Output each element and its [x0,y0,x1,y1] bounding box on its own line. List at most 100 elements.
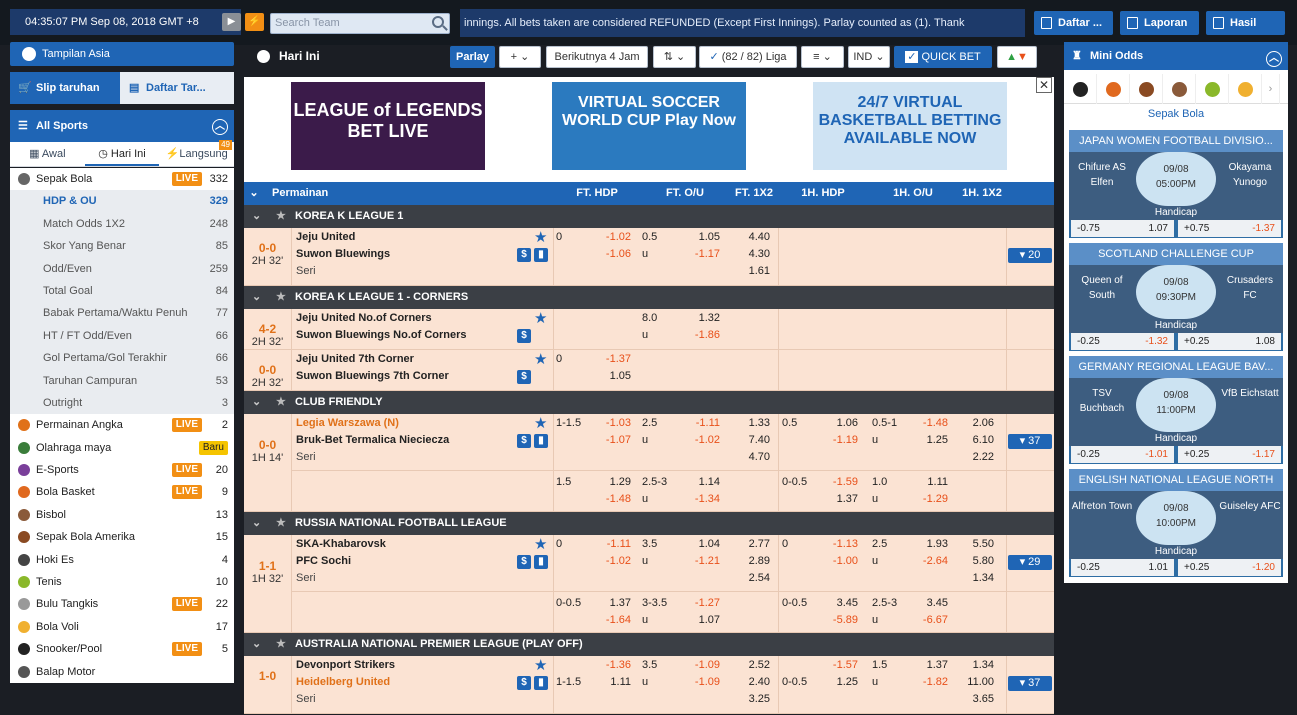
chevron-down-icon[interactable]: ⌄ [252,633,261,656]
odds-cell[interactable]: -2.64 [906,555,948,567]
odds-cell[interactable]: u [872,676,902,688]
odds-cell[interactable]: 1.5 [556,476,586,488]
odds-cell[interactable]: u [642,614,672,626]
daftar-button[interactable]: Daftar ... [1034,11,1113,35]
odds-cell[interactable]: 0 [782,538,812,550]
favorite-star-icon[interactable]: ★ [534,311,549,326]
odds-cell[interactable]: -1.11 [589,538,631,550]
sport-item[interactable]: Bola Basket LIVE 9 [10,481,234,503]
league-header[interactable]: ⌄ ★ KOREA K LEAGUE 1 - CORNERS [244,286,1054,309]
home-odds[interactable]: -0.25 -1.01 [1071,446,1174,463]
sport-item[interactable]: Taruhan Campuran 53 [10,369,234,392]
odds-cell[interactable]: 1.37 [816,493,858,505]
star-icon[interactable]: ★ [276,512,286,535]
favorite-star-icon[interactable]: ★ [534,416,549,431]
odds-cell[interactable]: 0-0.5 [556,597,586,609]
sport-item[interactable]: Bulu Tangkis LIVE 22 [10,593,234,615]
home-team[interactable]: Jeju United No.of Corners [296,312,432,324]
odds-cell[interactable]: 1.37 [906,659,948,671]
away-team[interactable]: Suwon Bluewings 7th Corner [296,370,449,382]
american-football-tab[interactable] [1130,74,1163,104]
odds-cell[interactable]: 1.93 [906,538,948,550]
odds-cell[interactable]: -1.13 [816,538,858,550]
odds-cell[interactable]: 3.5 [642,659,672,671]
stats-icon[interactable]: ▮ [534,676,548,690]
odds-cell[interactable]: 5.50 [956,538,994,550]
odds-cell[interactable]: 4.40 [730,231,770,243]
sport-item[interactable]: HDP & OU 329 [10,190,234,213]
odds-cell[interactable]: 2.40 [730,676,770,688]
sport-item[interactable]: Skor Yang Benar 85 [10,235,234,258]
quick-bet-toggle[interactable]: ✓ QUICK BET [894,46,992,68]
odds-cell[interactable]: 0.5 [782,417,812,429]
odds-cell[interactable]: 1.29 [589,476,631,488]
odds-cell[interactable]: -1.86 [676,329,720,341]
chevron-down-icon[interactable]: ⌄ [252,205,261,228]
away-odds[interactable]: +0.25 1.08 [1178,333,1281,350]
odds-cell[interactable]: 8.0 [642,312,672,324]
favorite-star-icon[interactable]: ★ [534,352,549,367]
all-sports-header[interactable]: ☰ All Sports ︿ [10,110,234,142]
more-markets-button[interactable]: ▾ 29 [1008,555,1052,570]
odds-cell[interactable]: 1.34 [956,659,994,671]
view-mode-button[interactable]: Tampilan Asia [10,42,234,66]
odds-cell[interactable]: 2.5-3 [872,597,902,609]
stats-icon[interactable]: ▮ [534,555,548,569]
sport-item[interactable]: Sepak Bola Amerika 15 [10,526,234,548]
odds-cell[interactable]: u [642,434,672,446]
odds-cell[interactable]: 2.89 [730,555,770,567]
odds-cell[interactable]: 1.25 [816,676,858,688]
odds-cell[interactable]: -1.37 [589,353,631,365]
odds-cell[interactable]: 2.5-3 [642,476,672,488]
chevron-down-icon[interactable]: ⌄ [252,286,261,309]
odds-cell[interactable]: -1.34 [676,493,720,505]
odds-cell[interactable]: -1.57 [816,659,858,671]
odds-cell[interactable]: -1.17 [676,248,720,260]
home-team[interactable]: Jeju United 7th Corner [296,353,414,365]
odds-cell[interactable]: -1.03 [589,417,631,429]
mini-odds-header[interactable]: ♜ Mini Odds ︿ [1064,42,1288,70]
odds-cell[interactable]: -6.67 [906,614,948,626]
tab-awal[interactable]: ▦ Awal [10,142,85,166]
odds-cell[interactable]: 1.0 [872,476,902,488]
odds-cell[interactable]: u [872,434,902,446]
odds-cell[interactable]: -5.89 [816,614,858,626]
odds-cell[interactable]: u [642,676,672,688]
odds-cell[interactable]: -1.29 [906,493,948,505]
flash-icon[interactable]: ⚡ [245,13,264,31]
favorite-star-icon[interactable]: ★ [534,230,549,245]
away-team[interactable]: Suwon Bluewings [296,248,390,260]
odds-cell[interactable]: 1-1.5 [556,417,586,429]
sport-item[interactable]: Bola Voli 17 [10,616,234,638]
odds-cell[interactable]: 11.00 [956,676,994,688]
odds-cell[interactable]: -1.21 [676,555,720,567]
star-icon[interactable]: ★ [276,391,286,414]
odds-cell[interactable]: 1.61 [730,265,770,277]
odds-cell[interactable]: 4.30 [730,248,770,260]
league-header[interactable]: ⌄ ★ CLUB FRIENDLY [244,391,1054,414]
more-markets-button[interactable]: ▾ 37 [1008,676,1052,691]
sport-item[interactable]: E-Sports LIVE 20 [10,459,234,481]
league-filter-button[interactable]: ✓ (82 / 82) Liga [699,46,797,68]
odds-cell[interactable]: 2.52 [730,659,770,671]
odds-cell[interactable]: 1.05 [676,231,720,243]
odds-cell[interactable]: -1.82 [906,676,948,688]
home-team[interactable]: Legia Warszawa (N) [296,417,399,429]
odds-cell[interactable]: 2.54 [730,572,770,584]
odds-cell[interactable]: 2.06 [956,417,994,429]
star-icon[interactable]: ★ [276,286,286,309]
cashout-icon[interactable]: $ [517,434,531,448]
odds-cell[interactable]: u [872,493,902,505]
odds-cell[interactable]: 1.37 [589,597,631,609]
odds-cell[interactable]: 1.5 [872,659,902,671]
odds-cell[interactable]: -1.09 [676,659,720,671]
bet-slip-tab[interactable]: Slip taruhan 🛒 [10,72,120,104]
odds-cell[interactable]: 1.07 [676,614,720,626]
sport-item[interactable]: Babak Pertama/Waktu Penuh 77 [10,302,234,325]
cashout-icon[interactable]: $ [517,555,531,569]
sport-item[interactable]: Balap Motor [10,661,234,683]
banner-virtual-soccer[interactable]: VIRTUAL SOCCER WORLD CUP Play Now [552,82,746,170]
sport-item[interactable]: HT / FT Odd/Even 66 [10,324,234,348]
odds-cell[interactable]: u [642,555,672,567]
odds-cell[interactable]: 0.5-1 [872,417,902,429]
